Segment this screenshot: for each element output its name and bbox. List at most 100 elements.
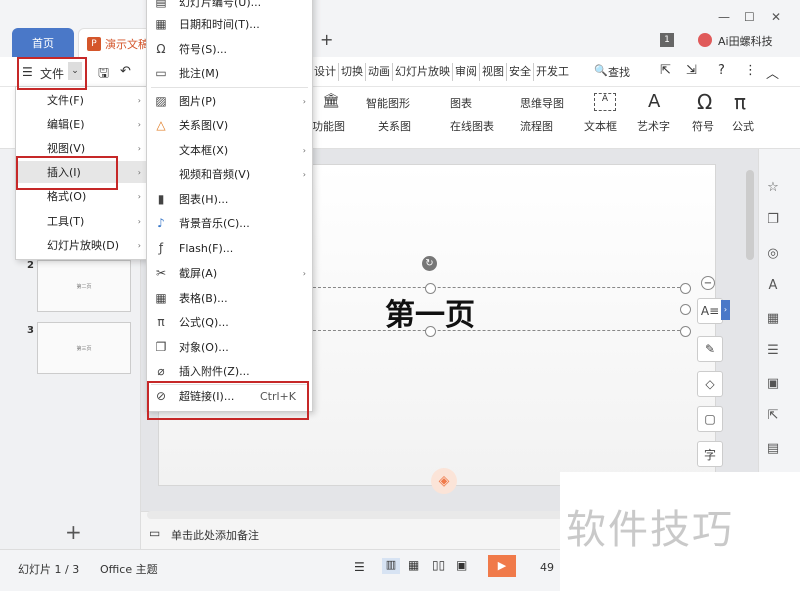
menu-item-video-audio[interactable]: 视频和音频(V) › [147, 163, 312, 185]
tab-developer[interactable]: 开发工 [534, 63, 571, 81]
smart-graphic-icon: 🏛 [322, 93, 340, 109]
play-button[interactable]: ▶ [488, 555, 516, 577]
menu-item-tools[interactable]: 工具(T) › [16, 210, 147, 232]
expand-tools-icon[interactable]: › [721, 300, 730, 320]
ribbon-function-chart[interactable]: 功能图 [312, 118, 345, 134]
share-icon[interactable]: ⇱ [660, 63, 671, 78]
ribbon-online-chart[interactable]: 在线图表 [450, 118, 494, 134]
shapes-icon[interactable]: ◎ [765, 246, 781, 262]
rotate-handle-icon[interactable]: ↻ [422, 256, 437, 271]
relation-icon: △ [156, 118, 166, 132]
export-icon[interactable]: ⇲ [686, 63, 697, 78]
tab-animation[interactable]: 动画 [366, 63, 393, 81]
ribbon-mindmap[interactable]: 思维导图 [520, 95, 564, 111]
resize-handle[interactable] [680, 326, 691, 337]
menu-item-relation[interactable]: △ 关系图(V) [147, 114, 312, 136]
omega-icon: Ω [697, 90, 713, 114]
menu-item-slideshow[interactable]: 幻灯片放映(D) › [16, 234, 147, 256]
menu-item-formula[interactable]: π 公式(Q)... [147, 311, 312, 333]
menu-item-comment[interactable]: ▭ 批注(M) [147, 62, 312, 84]
menu-item-edit[interactable]: 编辑(E) › [16, 113, 147, 135]
tab-security[interactable]: 安全 [507, 63, 534, 81]
menu-item-file[interactable]: 文件(F) › [16, 89, 147, 111]
undo-icon[interactable]: ↶ [120, 64, 131, 79]
menu-item-screenshot[interactable]: ✂ 截屏(A) › [147, 262, 312, 284]
menu-item-bg-music[interactable]: ♪ 背景音乐(C)... [147, 212, 312, 234]
slide-title[interactable]: 第一页 [330, 290, 530, 333]
help-icon[interactable]: ? [718, 63, 725, 78]
notes-placeholder[interactable]: 单击此处添加备注 [171, 527, 259, 543]
tab-home[interactable]: 首页 [12, 28, 74, 57]
char-icon[interactable]: 字 [697, 441, 723, 467]
search-icon[interactable]: 🔍 [594, 64, 608, 77]
collapse-icon[interactable]: ︿ [766, 63, 779, 82]
tab-view[interactable]: 视图 [480, 63, 507, 81]
copy-icon[interactable]: ❐ [765, 212, 781, 228]
archive-icon[interactable]: ▤ [765, 441, 781, 457]
menu-item-attachment[interactable]: ⌀ 插入附件(Z)... [147, 360, 312, 382]
slide-thumbnail-3[interactable]: 第三页 [37, 322, 131, 374]
new-tab-button[interactable]: + [320, 30, 333, 49]
tab-review[interactable]: 审阅 [453, 63, 480, 81]
ribbon-relation[interactable]: 关系图 [378, 118, 411, 134]
text-style-icon[interactable]: A≡ [697, 298, 723, 324]
reading-view-icon[interactable]: ▯▯ [432, 558, 445, 572]
chevron-right-icon: › [137, 216, 141, 226]
normal-view-icon[interactable]: ▥ [382, 558, 400, 574]
vertical-scrollbar[interactable] [746, 170, 754, 260]
wordart-side-icon[interactable]: A [765, 278, 781, 294]
settings-icon[interactable]: ☰ [765, 343, 781, 359]
omega-icon: Ω [156, 42, 166, 56]
ribbon-textbox[interactable]: 文本框 [584, 118, 617, 134]
comment-icon: ▭ [155, 66, 167, 80]
minimize-icon[interactable]: — [718, 10, 730, 24]
user-name[interactable]: Ai田螺科技 [718, 33, 773, 49]
menu-item-flash[interactable]: ƒ Flash(F)... [147, 237, 312, 259]
star-shape-icon[interactable]: ☆ [765, 180, 781, 196]
save-icon[interactable]: 🖫 [98, 64, 109, 86]
menu-item-table[interactable]: ▦ 表格(B)... [147, 287, 312, 309]
ribbon-smart-graphic[interactable]: 智能图形 [366, 95, 410, 111]
ribbon-flowchart[interactable]: 流程图 [520, 118, 553, 134]
menu-item-textbox[interactable]: 文本框(X) › [147, 139, 312, 161]
ribbon-wordart[interactable]: 艺术字 [637, 118, 670, 134]
more-icon[interactable]: ⋮ [744, 63, 757, 78]
add-slide-button[interactable]: + [65, 520, 82, 544]
ribbon-symbol[interactable]: 符号 [692, 118, 714, 134]
search-button[interactable]: 查找 [608, 64, 630, 80]
ribbon-chart[interactable]: 图表 [450, 95, 472, 111]
ribbon-formula[interactable]: 公式 [732, 118, 754, 134]
menu-item-picture[interactable]: ▨ 图片(P) › [147, 90, 312, 112]
resize-handle[interactable] [680, 304, 691, 315]
maximize-icon[interactable]: ☐ [744, 10, 755, 24]
menu-item-datetime[interactable]: ▦ 日期和时间(T)... [147, 13, 312, 35]
sorter-view-icon[interactable]: ▦ [408, 558, 419, 572]
menu-item-chart[interactable]: ▮ 图表(H)... [147, 188, 312, 210]
grid-icon[interactable]: ▦ [765, 311, 781, 327]
menu-item-slide-number[interactable]: ▤ 幻灯片编号(U)... [147, 0, 312, 13]
avatar[interactable] [698, 33, 712, 47]
menu-item-symbol[interactable]: Ω 符号(S)... [147, 38, 312, 60]
tab-slideshow[interactable]: 幻灯片放映 [393, 63, 453, 81]
textbox-icon: A [594, 93, 616, 111]
minus-icon[interactable]: − [701, 276, 715, 290]
pen-icon[interactable]: ✎ [697, 336, 723, 362]
menu-divider [151, 87, 308, 88]
menu-item-object[interactable]: ❐ 对象(O)... [147, 336, 312, 358]
zoom-level[interactable]: 49 [540, 561, 554, 574]
slide-number-icon: ▤ [155, 0, 167, 9]
share-icon[interactable]: ⇱ [765, 408, 781, 424]
notes-view-icon[interactable]: ▣ [456, 558, 467, 572]
thumb-text: 第二页 [76, 283, 92, 290]
theme-name[interactable]: Office 主题 [100, 561, 158, 577]
assistant-icon[interactable]: ◈ [431, 468, 457, 494]
border-icon[interactable]: ▢ [697, 406, 723, 432]
fill-icon[interactable]: ◇ [697, 371, 723, 397]
align-icon[interactable]: ☰ [354, 560, 365, 574]
close-icon[interactable]: ✕ [771, 10, 781, 24]
resize-handle[interactable] [680, 283, 691, 294]
image-icon[interactable]: ▣ [765, 376, 781, 392]
slide-thumbnail-2[interactable]: 第二页 [37, 260, 131, 312]
tab-design[interactable]: 设计 [312, 63, 339, 81]
tab-transition[interactable]: 切换 [339, 63, 366, 81]
